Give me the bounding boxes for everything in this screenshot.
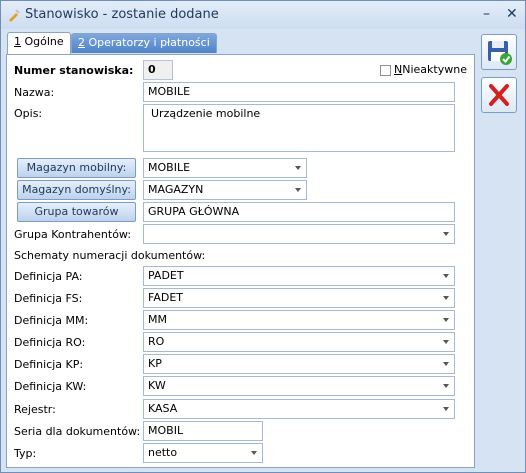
- grupa-kontrahentow-select[interactable]: [143, 224, 455, 244]
- cancel-x-icon: [489, 84, 509, 106]
- tab-operatorzy[interactable]: 2 Operatorzy i płatności: [71, 33, 217, 53]
- magazyn-domyslny-button[interactable]: Magazyn domyślny:: [17, 180, 136, 200]
- tab-strip: 1 Ogólne 2 Operatorzy i płatności: [1, 29, 525, 54]
- grupa-towarow-field[interactable]: GRUPA GŁÓWNA: [143, 202, 455, 222]
- definicja-pa-value: PADET: [148, 269, 184, 282]
- tab-operatorzy-hotkey: 2: [78, 36, 85, 49]
- cancel-button[interactable]: [481, 77, 517, 113]
- tab-operatorzy-label: Operatorzy i płatności: [85, 36, 210, 49]
- magazyn-mobilny-value: MOBILE: [148, 161, 191, 174]
- typ-label: Typ:: [14, 447, 37, 460]
- numer-field: 0: [143, 60, 173, 80]
- nieaktywne-label[interactable]: NNieaktywne: [394, 63, 467, 76]
- magazyn-domyslny-value: MAGAZYN: [148, 183, 204, 196]
- seria-label: Seria dla dokumentów:: [14, 425, 141, 438]
- definicja-kp-value: KP: [148, 357, 162, 370]
- definicja-kw-label: Definicja KW:: [14, 380, 87, 393]
- chevron-down-icon: [443, 296, 449, 300]
- nazwa-input[interactable]: MOBILE: [143, 82, 455, 102]
- rejestr-value: KASA: [148, 402, 178, 415]
- chevron-down-icon: [251, 451, 257, 455]
- opis-textarea[interactable]: Urządzenie mobilne: [143, 104, 455, 152]
- magazyn-mobilny-button[interactable]: Magazyn mobilny:: [17, 158, 136, 178]
- grupa-kontrahentow-label: Grupa Kontrahentów:: [14, 228, 132, 241]
- magazyn-mobilny-select[interactable]: MOBILE: [143, 158, 307, 178]
- app-icon: [9, 9, 20, 22]
- opis-label: Opis:: [14, 107, 43, 120]
- window-title: Stanowisko - zostanie dodane: [25, 7, 219, 22]
- seria-input[interactable]: MOBIL: [143, 421, 263, 441]
- definicja-fs-label: Definicja FS:: [14, 292, 83, 305]
- chevron-down-icon: [443, 274, 449, 278]
- definicja-kp-select[interactable]: KP: [143, 354, 455, 374]
- definicja-fs-select[interactable]: FADET: [143, 288, 455, 308]
- definicja-kw-value: KW: [148, 379, 166, 392]
- close-button[interactable]: ✕: [506, 6, 518, 22]
- definicja-ro-value: RO: [148, 335, 165, 348]
- save-button[interactable]: [481, 34, 517, 70]
- grupa-towarow-button[interactable]: Grupa towarów: [17, 202, 136, 222]
- minimize-button[interactable]: –: [483, 6, 490, 22]
- chevron-down-icon: [443, 340, 449, 344]
- definicja-pa-label: Definicja PA:: [14, 270, 83, 283]
- rejestr-select[interactable]: KASA: [143, 399, 455, 419]
- typ-value: netto: [148, 446, 178, 459]
- definicja-ro-select[interactable]: RO: [143, 332, 455, 352]
- nieaktywne-text: Nieaktywne: [402, 63, 467, 76]
- definicja-pa-select[interactable]: PADET: [143, 266, 455, 286]
- rejestr-label: Rejestr:: [14, 403, 56, 416]
- definicja-mm-select[interactable]: MM: [143, 310, 455, 330]
- definicja-kw-select[interactable]: KW: [143, 376, 455, 396]
- chevron-down-icon: [443, 384, 449, 388]
- tab-ogolne-label: Ogólne: [21, 35, 64, 48]
- chevron-down-icon: [443, 362, 449, 366]
- schematy-heading: Schematy numeracji dokumentów:: [14, 249, 206, 262]
- title-bar: Stanowisko - zostanie dodane – ✕: [1, 1, 525, 29]
- chevron-down-icon: [295, 188, 301, 192]
- definicja-fs-value: FADET: [148, 291, 183, 304]
- chevron-down-icon: [443, 407, 449, 411]
- tab-ogolne[interactable]: 1 Ogólne: [7, 32, 71, 54]
- chevron-down-icon: [295, 166, 301, 170]
- definicja-mm-label: Definicja MM:: [14, 314, 89, 327]
- definicja-ro-label: Definicja RO:: [14, 336, 86, 349]
- definicja-kp-label: Definicja KP:: [14, 358, 84, 371]
- tab-ogolne-hotkey: 1: [14, 35, 21, 48]
- nazwa-label: Nazwa:: [14, 86, 55, 99]
- dialog-window: Stanowisko - zostanie dodane – ✕ 1 Ogóln…: [0, 0, 526, 473]
- chevron-down-icon: [443, 318, 449, 322]
- chevron-down-icon: [443, 232, 449, 236]
- definicja-mm-value: MM: [148, 313, 167, 326]
- typ-select[interactable]: netto: [143, 443, 263, 463]
- magazyn-domyslny-select[interactable]: MAGAZYN: [143, 180, 307, 200]
- form-panel: Numer stanowiska: 0 NNieaktywne Nazwa: M…: [6, 54, 475, 468]
- nieaktywne-checkbox[interactable]: [380, 65, 391, 76]
- numer-label: Numer stanowiska:: [14, 64, 134, 77]
- save-floppy-icon: [488, 41, 512, 65]
